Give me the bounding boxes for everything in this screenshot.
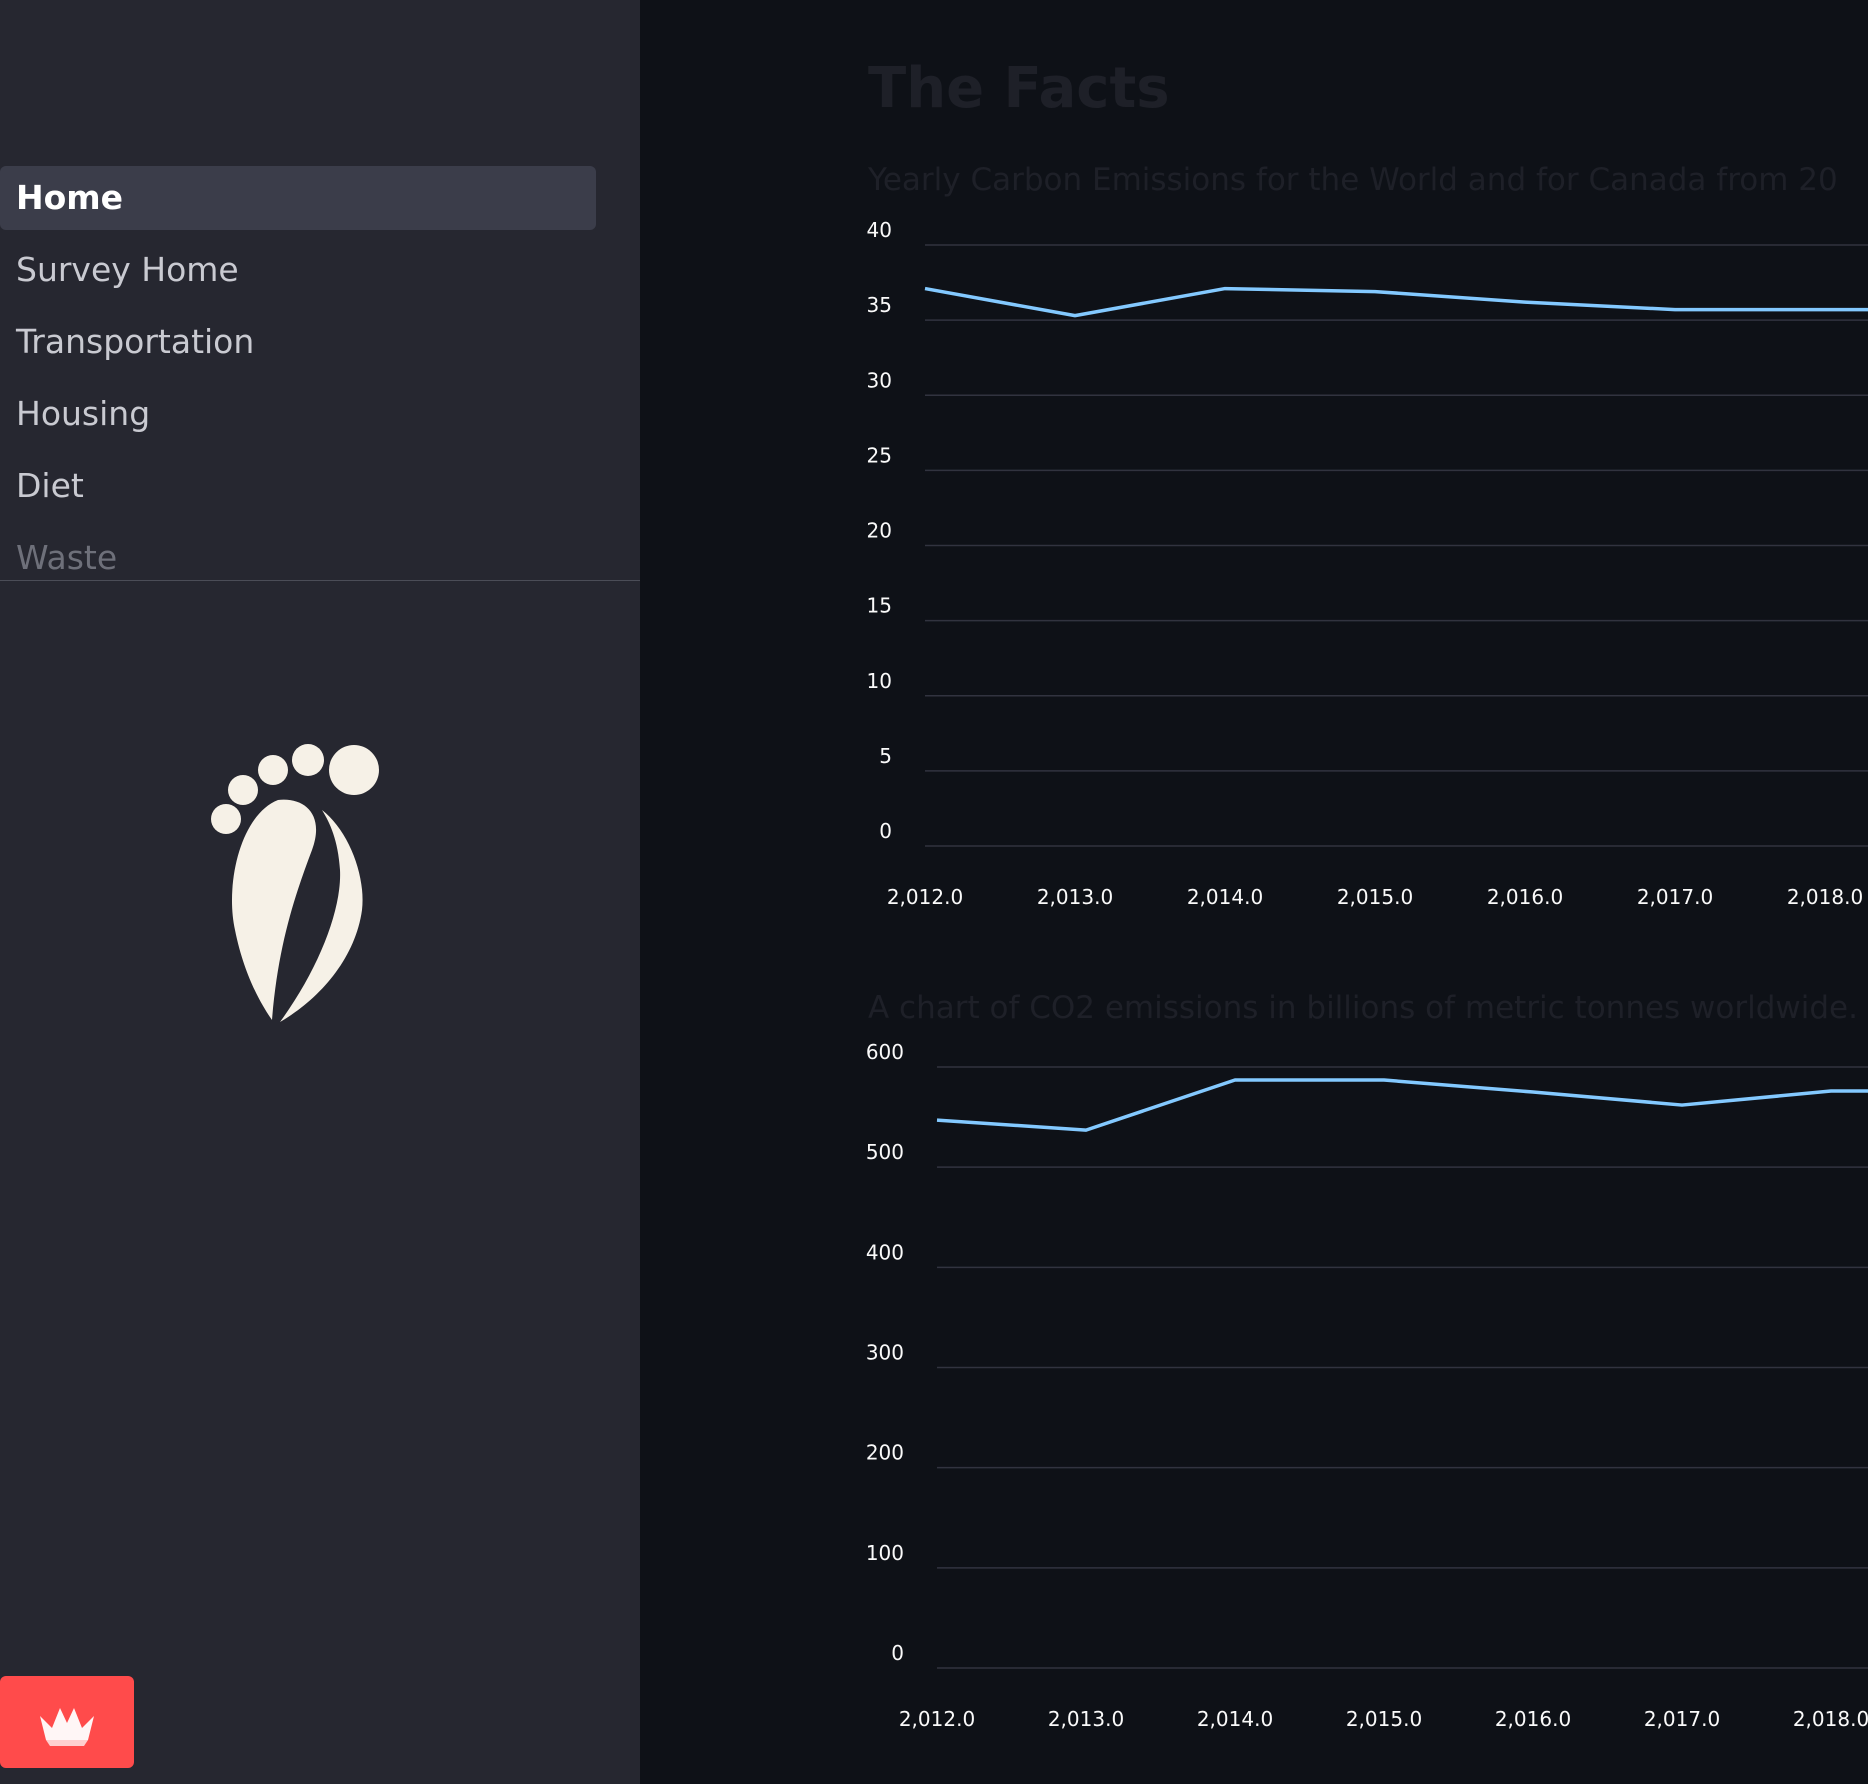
series-line <box>936 1078 1868 1132</box>
y-tick-label: 0 <box>891 1641 904 1665</box>
y-tick-label: 15 <box>867 594 892 618</box>
y-tick-label: 100 <box>866 1541 904 1565</box>
y-tick-label: 400 <box>866 1240 904 1264</box>
y-tick-label: 35 <box>867 293 892 317</box>
y-tick-label: 5 <box>879 744 892 768</box>
y-tick-label: 300 <box>866 1341 904 1365</box>
y-tick-label: 500 <box>866 1140 904 1164</box>
y-tick-label: 30 <box>867 368 892 392</box>
x-tick-label: 2,018.0 <box>1787 885 1863 909</box>
page-title: The Facts <box>868 56 1170 121</box>
x-tick-label: 2,013.0 <box>1048 1707 1124 1731</box>
x-tick-label: 2,017.0 <box>1644 1707 1720 1731</box>
y-tick-label: 10 <box>867 669 892 693</box>
y-tick-label: 25 <box>867 443 892 467</box>
y-tick-label: 20 <box>867 519 892 543</box>
x-tick-label: 2,013.0 <box>1037 885 1113 909</box>
deploy-button[interactable] <box>0 1676 134 1768</box>
y-tick-label: 600 <box>866 1040 904 1064</box>
sidebar-nav: Home Survey Home Transportation Housing … <box>0 166 640 581</box>
chart-caption: A chart of CO2 emissions in billions of … <box>868 990 1858 1026</box>
x-tick-label: 2,018.0 <box>1793 1707 1868 1731</box>
main-content: The Facts Yearly Carbon Emissions for th… <box>640 0 1868 1784</box>
footprint-leaf-icon <box>211 744 379 1022</box>
x-tick-label: 2,015.0 <box>1337 885 1413 909</box>
y-tick-label: 200 <box>866 1441 904 1465</box>
sidebar-item-survey-home[interactable]: Survey Home <box>0 238 596 302</box>
x-tick-label: 2,014.0 <box>1187 885 1263 909</box>
sidebar-item-housing[interactable]: Housing <box>0 382 596 446</box>
y-tick-label: 40 <box>867 220 892 242</box>
x-tick-label: 2,012.0 <box>899 1707 975 1731</box>
co2-line-chart: 0 100 200 300 400 500 600 2,012.0 2,013.0 2,014.0… <box>866 1040 1868 1731</box>
streamlit-crown-icon <box>40 1708 94 1746</box>
x-tick-label: 2,016.0 <box>1487 885 1563 909</box>
x-tick-label: 2,014.0 <box>1197 1707 1273 1731</box>
sidebar-item-transportation[interactable]: Transportation <box>0 310 596 374</box>
sidebar-item-waste[interactable]: Waste <box>0 526 596 580</box>
x-tick-label: 2,017.0 <box>1637 885 1713 909</box>
sidebar-item-home[interactable]: Home <box>0 166 596 230</box>
x-tick-label: 2,015.0 <box>1346 1707 1422 1731</box>
series-line <box>924 286 1868 318</box>
y-tick-label: 0 <box>879 819 892 843</box>
emissions-line-chart: 0 5 10 15 20 25 30 35 40 2,012.0 2,013.0 2,014.0 2,0… <box>867 220 1868 909</box>
sidebar: Home Survey Home Transportation Housing … <box>0 0 640 1784</box>
chart-caption: Yearly Carbon Emissions for the World an… <box>868 162 1838 198</box>
x-tick-label: 2,012.0 <box>887 885 963 909</box>
sidebar-item-diet[interactable]: Diet <box>0 454 596 518</box>
x-tick-label: 2,016.0 <box>1495 1707 1571 1731</box>
